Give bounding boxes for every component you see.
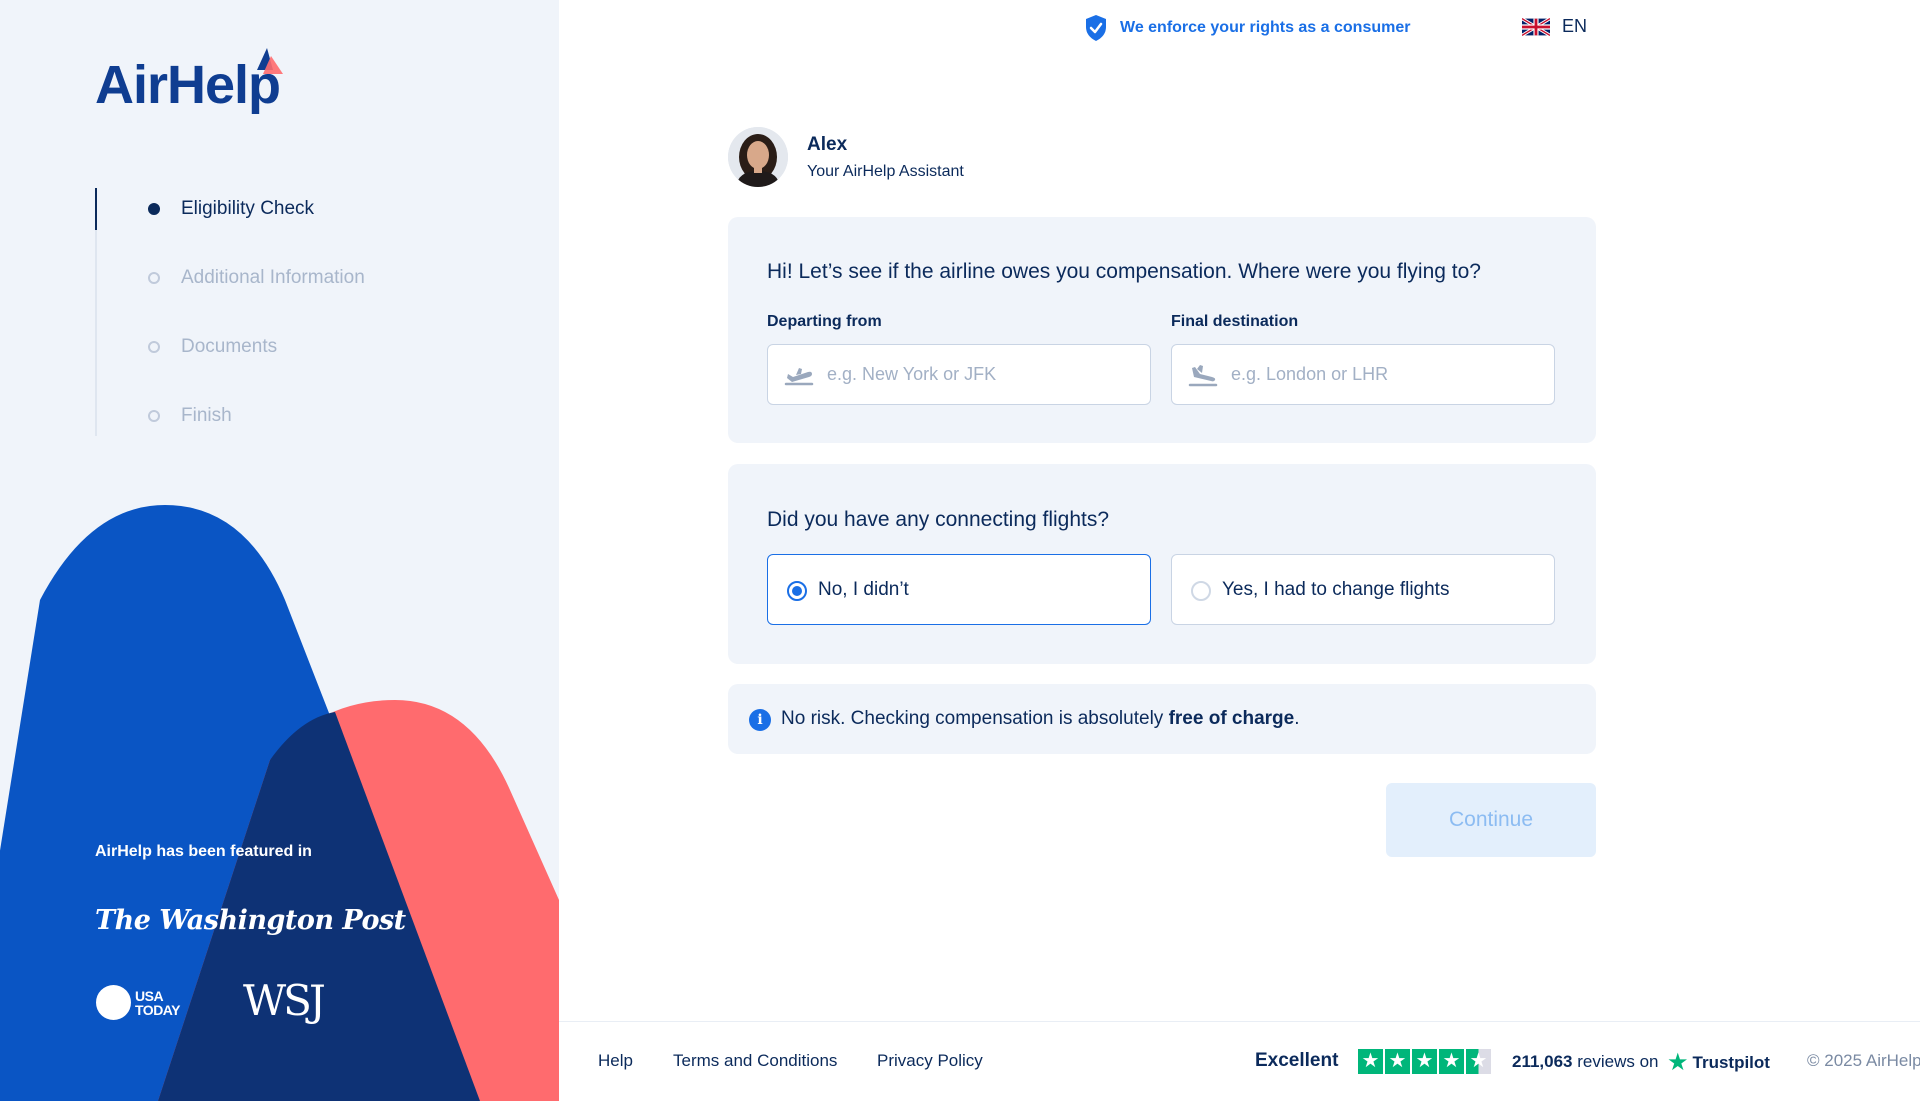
footer: Help Terms and Conditions Privacy Policy… bbox=[559, 1021, 1920, 1101]
trustpilot-wordmark: Trustpilot bbox=[1692, 1052, 1770, 1072]
airhelp-logo[interactable]: AirHelp bbox=[95, 48, 283, 120]
reviews-summary: 211,063 reviews on bbox=[1512, 1052, 1659, 1072]
usa-today-line2: TODAY bbox=[135, 1001, 180, 1018]
radio-no-connection[interactable]: No, I didn’t bbox=[767, 554, 1151, 625]
step-active-dot-icon bbox=[148, 203, 160, 215]
copyright: © 2025 AirHelp bbox=[1807, 1051, 1920, 1070]
info-text: No risk. Checking compensation is absolu… bbox=[781, 708, 1169, 729]
shield-check-icon bbox=[1086, 15, 1106, 41]
plane-departure-icon bbox=[784, 368, 814, 386]
rating-word: Excellent bbox=[1255, 1050, 1339, 1071]
footer-link-terms[interactable]: Terms and Conditions bbox=[673, 1051, 837, 1071]
radio-label: Yes, I had to change flights bbox=[1222, 578, 1450, 600]
assistant-role: Your AirHelp Assistant bbox=[807, 162, 964, 180]
departing-input[interactable] bbox=[827, 345, 1137, 404]
info-icon: i bbox=[749, 709, 771, 731]
step-dot-icon bbox=[148, 341, 160, 353]
info-text-end: . bbox=[1294, 708, 1300, 729]
usa-today-dot-icon bbox=[96, 985, 131, 1020]
step-eligibility-check[interactable]: Eligibility Check bbox=[95, 194, 455, 224]
footer-link-privacy[interactable]: Privacy Policy bbox=[877, 1051, 983, 1071]
departing-field[interactable] bbox=[767, 344, 1151, 405]
continue-button[interactable]: Continue bbox=[1386, 783, 1596, 857]
language-selector[interactable]: EN bbox=[1522, 16, 1587, 37]
reviews-suffix: reviews on bbox=[1572, 1052, 1659, 1071]
assistant-avatar bbox=[728, 127, 788, 187]
washington-post-logo: The Washington Post bbox=[95, 905, 406, 936]
radio-changed-flights[interactable]: Yes, I had to change flights bbox=[1171, 554, 1555, 625]
wsj-logo: WSJ bbox=[243, 976, 326, 1025]
sidebar: AirHelp Eligibility Check Additional Inf… bbox=[0, 0, 559, 1101]
departing-label: Departing from bbox=[767, 313, 882, 330]
uk-flag-icon bbox=[1522, 17, 1550, 36]
step-label: Eligibility Check bbox=[181, 198, 315, 219]
logo-mark-icon bbox=[257, 48, 283, 74]
usa-today-logo: USA TODAY bbox=[96, 985, 180, 1020]
step-finish: Finish bbox=[95, 401, 455, 431]
trustpilot-star-icon: ★ bbox=[1667, 1049, 1689, 1076]
destination-label: Final destination bbox=[1171, 313, 1299, 330]
destination-field[interactable] bbox=[1171, 344, 1555, 405]
star-icon: ★ bbox=[1412, 1049, 1437, 1074]
assistant-name: Alex bbox=[807, 133, 848, 155]
route-card: Hi! Let’s see if the airline owes you co… bbox=[728, 217, 1596, 443]
trustpilot-logo[interactable]: ★ Trustpilot bbox=[1667, 1048, 1770, 1077]
step-documents: Documents bbox=[95, 332, 455, 362]
route-question: Hi! Let’s see if the airline owes you co… bbox=[767, 260, 1481, 283]
destination-input[interactable] bbox=[1231, 345, 1541, 404]
step-dot-icon bbox=[148, 410, 160, 422]
radio-label: No, I didn’t bbox=[818, 578, 909, 600]
language-code: EN bbox=[1562, 16, 1588, 36]
radio-selected-icon[interactable] bbox=[787, 581, 807, 601]
star-icon: ★ bbox=[1439, 1049, 1464, 1074]
radio-unselected-icon[interactable] bbox=[1191, 581, 1211, 601]
star-icon: ★ bbox=[1358, 1049, 1383, 1074]
footer-link-help[interactable]: Help bbox=[598, 1051, 633, 1071]
step-label: Finish bbox=[181, 405, 232, 426]
featured-heading: AirHelp has been featured in bbox=[95, 843, 312, 860]
star-half-icon: ★ bbox=[1466, 1049, 1491, 1074]
assistant-header: Alex Your AirHelp Assistant bbox=[728, 127, 964, 187]
plane-landing-icon bbox=[1188, 365, 1218, 387]
connecting-flights-card: Did you have any connecting flights? No,… bbox=[728, 464, 1596, 664]
consumer-rights-notice: We enforce your rights as a consumer bbox=[1084, 14, 1410, 42]
free-of-charge-notice: i No risk. Checking compensation is abso… bbox=[728, 684, 1596, 754]
step-dot-icon bbox=[148, 272, 160, 284]
trustpilot-stars: ★ ★ ★ ★ ★ bbox=[1358, 1049, 1493, 1074]
star-icon: ★ bbox=[1385, 1049, 1410, 1074]
avatar-portrait-icon bbox=[728, 127, 788, 187]
connecting-question: Did you have any connecting flights? bbox=[767, 508, 1110, 531]
info-text-strong: free of charge bbox=[1168, 708, 1295, 729]
step-additional-information: Additional Information bbox=[95, 263, 455, 293]
consumer-rights-text: We enforce your rights as a consumer bbox=[1120, 19, 1411, 36]
step-label: Documents bbox=[181, 336, 278, 357]
reviews-count: 211,063 bbox=[1512, 1052, 1573, 1071]
step-label: Additional Information bbox=[181, 267, 365, 288]
